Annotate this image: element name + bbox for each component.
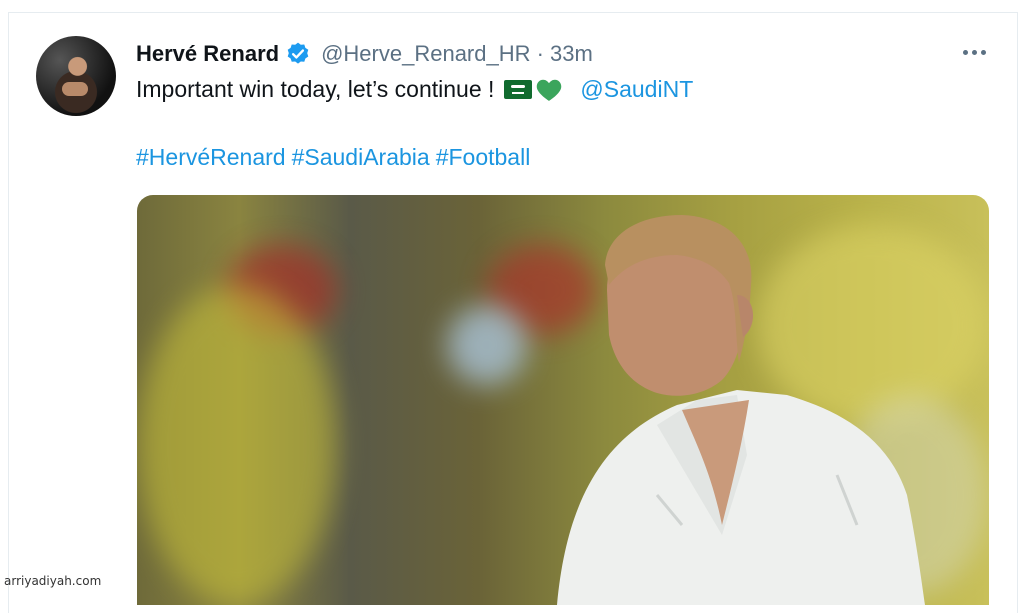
verified-badge-icon [287, 42, 309, 64]
photo-subject [557, 215, 925, 605]
tweet-text: Important win today, let’s continue ! [136, 76, 495, 102]
author-avatar[interactable] [36, 36, 116, 116]
saudi-flag-emoji [504, 80, 533, 99]
mention-link[interactable]: @SaudiNT [580, 76, 693, 103]
tweet-photo[interactable] [137, 195, 989, 605]
hashtag-link[interactable]: #Football [436, 144, 531, 170]
watermark: arriyadiyah.com [4, 574, 102, 588]
hashtag-link[interactable]: #HervéRenard [136, 144, 286, 170]
hashtags-line: #HervéRenard #SaudiArabia #Football [136, 144, 536, 171]
more-options-icon[interactable] [958, 40, 990, 64]
hashtag-link[interactable]: #SaudiArabia [292, 144, 430, 170]
avatar-detail [62, 82, 88, 96]
tweet-text-line: Important win today, let’s continue ! @S… [136, 76, 693, 103]
author-handle-time[interactable]: @Herve_Renard_HR · 33m [321, 41, 593, 67]
green-heart-emoji [537, 79, 562, 101]
author-name[interactable]: Hervé Renard [136, 41, 279, 67]
tweet-header: Hervé Renard @Herve_Renard_HR · 33m [136, 40, 593, 68]
